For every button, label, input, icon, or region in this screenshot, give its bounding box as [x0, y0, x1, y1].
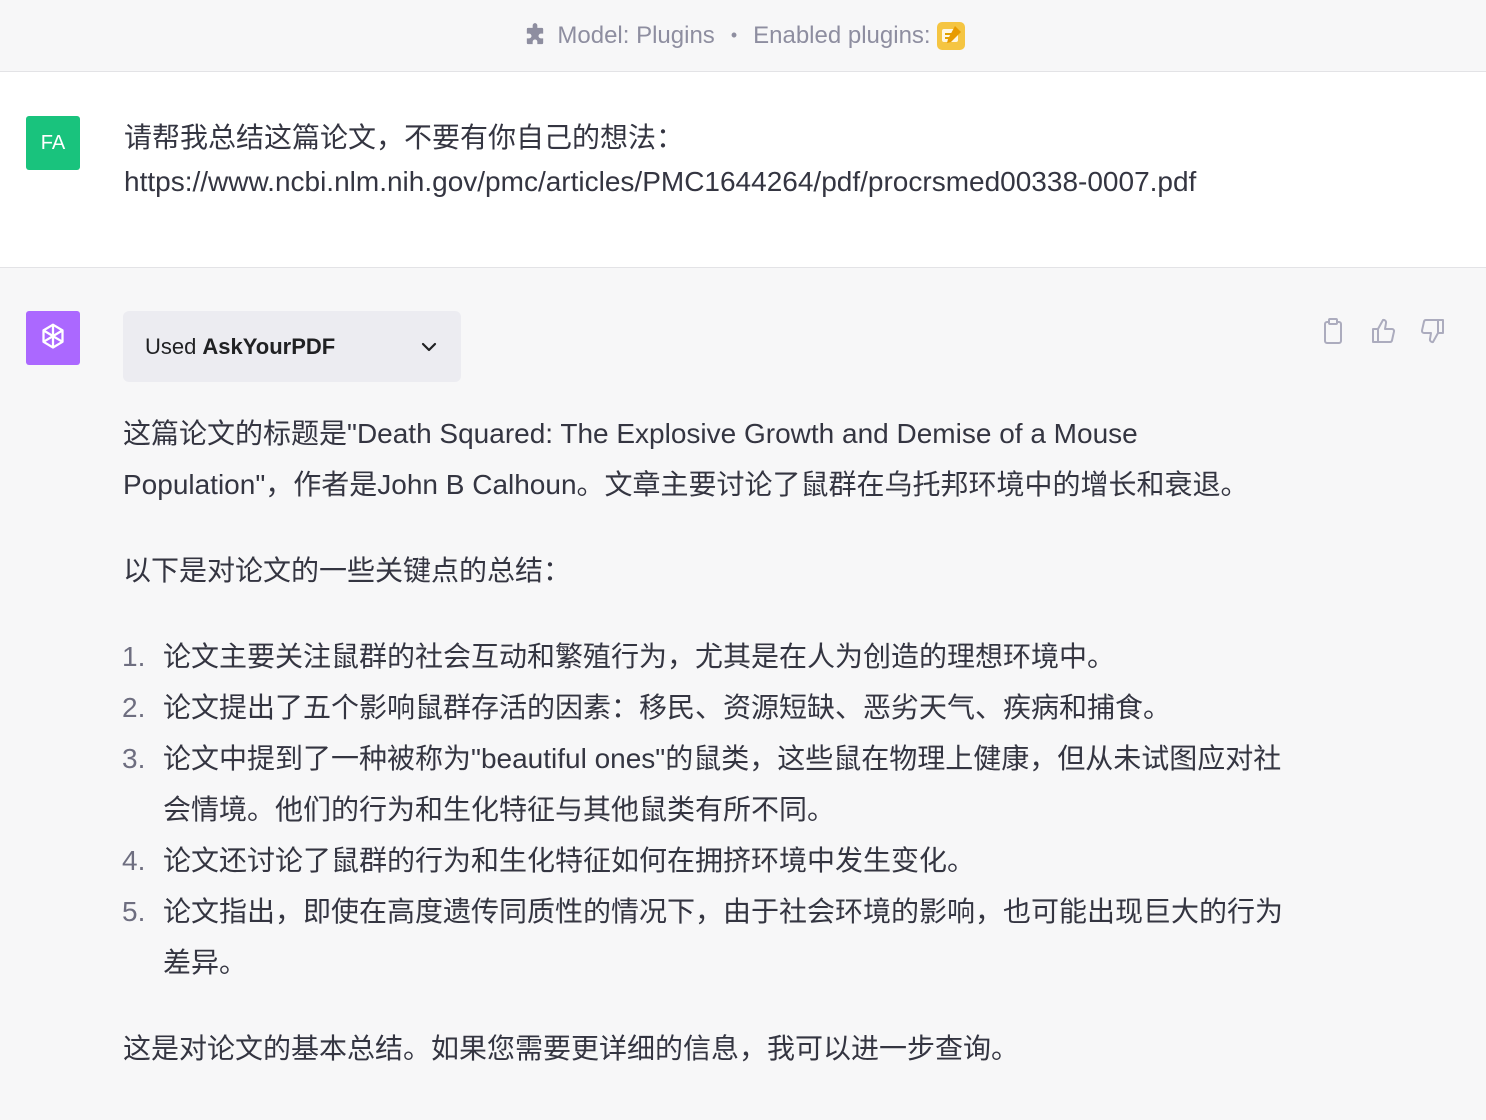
list-item-text: 论文指出，即使在高度遗传同质性的情况下，由于社会环境的影响，也可能出现巨大的行为…: [163, 896, 1284, 978]
list-number: 5.: [122, 896, 146, 927]
list-number: 3.: [122, 743, 146, 774]
thumbs-down-icon[interactable]: [1418, 316, 1448, 346]
plugin-name: AskYourPDF: [202, 333, 336, 359]
answer-paragraph-1: 这篇论文的标题是"Death Squared: The Explosive Gr…: [123, 418, 1249, 500]
summary-list: 1. 论文主要关注鼠群的社会互动和繁殖行为，尤其是在人为创造的理想环境中。 2.…: [122, 631, 1303, 988]
list-item-text: 论文中提到了一种被称为"beautiful ones"的鼠类，这些鼠在物理上健康…: [163, 743, 1282, 825]
separator-dot: •: [730, 25, 738, 45]
assistant-answer: 这篇论文的标题是"Death Squared: The Explosive Gr…: [122, 408, 1303, 1074]
top-bar: Model: Plugins • Enabled plugins:: [0, 0, 1486, 72]
user-message-text: 请帮我总结这篇论文，不要有你自己的想法： https://www.ncbi.nl…: [124, 116, 1424, 204]
thumbs-up-icon[interactable]: [1368, 316, 1398, 346]
list-number: 4.: [122, 845, 146, 876]
list-item-text: 论文还讨论了鼠群的行为和生化特征如何在拥挤环境中发生变化。: [163, 845, 976, 876]
model-label: Model: Plugins: [557, 21, 715, 49]
askyourpdf-logo-icon: [936, 21, 965, 50]
assistant-avatar: [26, 311, 80, 365]
assistant-message-row: Used AskYourPDF 这篇论文的标题是"Death Squared: …: [0, 268, 1486, 1120]
user-message-row: FA 请帮我总结这篇论文，不要有你自己的想法： https://www.ncbi…: [0, 72, 1486, 268]
list-item: 3. 论文中提到了一种被称为"beautiful ones"的鼠类，这些鼠在物理…: [122, 733, 1303, 835]
user-message-line-1: 请帮我总结这篇论文，不要有你自己的想法：: [124, 122, 685, 153]
user-message-line-2: https://www.ncbi.nlm.nih.gov/pmc/article…: [124, 166, 1197, 197]
openai-logo-icon: [42, 323, 64, 349]
list-number: 2.: [122, 692, 146, 723]
list-number: 1.: [122, 641, 146, 672]
used-plugin-dropdown[interactable]: Used AskYourPDF: [123, 311, 461, 382]
chevron-down-icon: [421, 342, 437, 351]
used-label: Used: [145, 333, 197, 359]
answer-paragraph-2: 以下是对论文的一些关键点的总结：: [123, 555, 572, 586]
puzzle-icon: [527, 22, 544, 44]
list-item: 4. 论文还讨论了鼠群的行为和生化特征如何在拥挤环境中发生变化。: [122, 835, 1303, 886]
list-item: 5. 论文指出，即使在高度遗传同质性的情况下，由于社会环境的影响，也可能出现巨大…: [122, 886, 1303, 988]
enabled-plugins-label: Enabled plugins:: [753, 21, 931, 49]
list-item-text: 论文提出了五个影响鼠群存活的因素：移民、资源短缺、恶劣天气、疾病和捕食。: [163, 692, 1172, 723]
list-item-text: 论文主要关注鼠群的社会互动和繁殖行为，尤其是在人为创造的理想环境中。: [163, 641, 1116, 672]
list-item: 2. 论文提出了五个影响鼠群存活的因素：移民、资源短缺、恶劣天气、疾病和捕食。: [122, 682, 1303, 733]
copy-icon[interactable]: [1318, 316, 1348, 346]
user-avatar: FA: [26, 116, 80, 170]
list-item: 1. 论文主要关注鼠群的社会互动和繁殖行为，尤其是在人为创造的理想环境中。: [122, 631, 1303, 682]
message-actions: [1318, 316, 1448, 346]
answer-paragraph-3: 这是对论文的基本总结。如果您需要更详细的信息，我可以进一步查询。: [123, 1033, 1020, 1064]
